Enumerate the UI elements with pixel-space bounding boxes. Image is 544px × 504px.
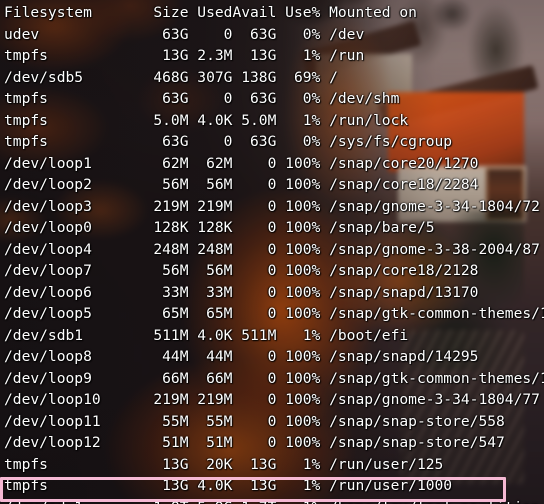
table-row: /dev/loop6 33M 33M 0 100% /snap/snapd/13…: [4, 283, 479, 301]
table-row: /dev/loop4 248M 248M 0 100% /snap/gnome-…: [4, 240, 540, 258]
table-row: udev 63G 0 63G 0% /dev: [4, 25, 365, 43]
table-row: tmpfs 63G 0 63G 0% /sys/fs/cgroup: [4, 133, 453, 150]
table-row: /dev/loop1 62M 62M 0 100% /snap/core20/1…: [4, 154, 479, 172]
table-row: tmpfs 5.0M 4.0K 5.0M 1% /run/lock: [4, 111, 409, 129]
table-row: /dev/loop11 55M 55M 0 100% /snap/snap-st…: [4, 412, 505, 430]
table-row: /dev/sdb5 468G 307G 138G 69% /: [4, 68, 338, 86]
terminal-text-area[interactable]: Filesystem Size UsedAvail Use% Mounted o…: [0, 0, 544, 504]
table-row: tmpfs 13G 20K 13G 1% /run/user/125: [4, 455, 444, 473]
table-row: /dev/loop2 56M 56M 0 100% /snap/core18/2…: [4, 176, 479, 193]
table-row: /dev/loop5 65M 65M 0 100% /snap/gtk-comm…: [4, 305, 544, 322]
table-row: /dev/loop12 51M 51M 0 100% /snap/snap-st…: [4, 434, 505, 451]
table-row: tmpfs 63G 0 63G 0% /dev/shm: [4, 90, 400, 107]
table-row: /dev/loop7 56M 56M 0 100% /snap/core18/2…: [4, 262, 479, 279]
terminal-window: Filesystem Size UsedAvail Use% Mounted o…: [0, 0, 544, 504]
table-row: tmpfs 13G 2.3M 13G 1% /run: [4, 47, 365, 64]
table-row: tmpfs 13G 4.0K 13G 1% /run/user/1000: [4, 477, 453, 494]
table-row: /dev/loop8 44M 44M 0 100% /snap/snapd/14…: [4, 348, 479, 365]
table-row: /dev/sdb1 511M 4.0K 511M 1% /boot/efi: [4, 326, 409, 344]
table-row: /dev/loop9 66M 66M 0 100% /snap/gtk-comm…: [4, 369, 544, 387]
table-row: /dev/loop3 219M 219M 0 100% /snap/gnome-…: [4, 197, 540, 215]
table-row: /dev/loop10 219M 219M 0 100% /snap/gnome…: [4, 391, 540, 408]
table-row: /dev/loop0 128K 128K 0 100% /snap/bare/5: [4, 219, 435, 236]
table-header-row: Filesystem Size UsedAvail Use% Mounted o…: [4, 4, 417, 21]
table-row: /dev/sda1 1.8T 5.9G 1.7T 1% /home/lgx/te…: [4, 497, 544, 504]
